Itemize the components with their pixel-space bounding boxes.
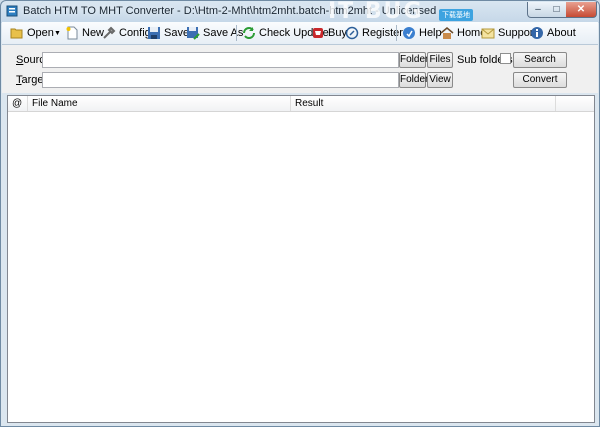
floppy-disk-icon: [148, 27, 160, 39]
help-button[interactable]: Help: [402, 25, 442, 41]
file-list[interactable]: @ File Name Result: [7, 95, 595, 423]
tools-icon: [103, 26, 116, 39]
minimize-icon: –: [535, 4, 541, 15]
close-icon: ✕: [576, 4, 586, 15]
folder-open-icon: [10, 28, 23, 39]
convert-button[interactable]: Convert: [513, 72, 567, 88]
subfolders-checkbox[interactable]: [500, 53, 511, 64]
open-dropdown-button[interactable]: ▼: [54, 25, 61, 41]
new-button[interactable]: New: [65, 25, 104, 41]
save-as-icon: [187, 27, 200, 40]
watermark-logo: IT BUG: [328, 0, 424, 24]
refresh-icon: [243, 27, 255, 39]
save-button[interactable]: Save: [147, 25, 189, 41]
column-header-status[interactable]: @: [8, 96, 28, 111]
about-button[interactable]: About: [530, 25, 576, 41]
maximize-button[interactable]: □: [547, 2, 567, 18]
app-icon: [6, 5, 18, 17]
settings-panel: Source Folder Files Sub folders Search T…: [2, 45, 598, 93]
new-label: New: [82, 27, 105, 39]
target-folder-button[interactable]: Folder: [399, 72, 428, 88]
maximize-icon: □: [553, 4, 560, 15]
source-input[interactable]: [42, 52, 399, 68]
column-header-spacer: [556, 96, 594, 111]
open-label: Open: [27, 27, 54, 39]
view-button[interactable]: View: [427, 72, 453, 88]
title-bar[interactable]: Batch HTM TO MHT Converter - D:\Htm-2-Mh…: [1, 0, 599, 24]
open-button[interactable]: Open: [10, 25, 54, 41]
envelope-icon: [481, 28, 495, 39]
buy-button[interactable]: Buy: [311, 25, 347, 41]
search-button[interactable]: Search: [513, 52, 567, 68]
home-icon: [440, 27, 454, 39]
register-button[interactable]: Register: [345, 25, 403, 41]
chevron-down-icon: ▼: [54, 29, 61, 37]
config-button[interactable]: Config: [102, 25, 151, 41]
register-icon: [345, 26, 359, 40]
file-list-header: @ File Name Result: [8, 96, 594, 112]
cart-icon: [313, 28, 323, 38]
column-header-result[interactable]: Result: [291, 96, 556, 111]
help-label: Help: [419, 27, 442, 39]
support-button[interactable]: Support: [481, 25, 537, 41]
toolbar: Open ▼ New Config Save Save As Check Upd…: [2, 22, 598, 45]
close-button[interactable]: ✕: [566, 2, 597, 18]
info-icon: [531, 27, 543, 39]
minimize-button[interactable]: –: [527, 2, 549, 18]
watermark-badge: 下载基地: [439, 9, 473, 21]
source-folder-button[interactable]: Folder: [399, 52, 428, 68]
save-as-button[interactable]: Save As: [186, 25, 243, 41]
target-input[interactable]: [42, 72, 399, 88]
files-button[interactable]: Files: [427, 52, 453, 68]
toolbar-separator-2: [396, 25, 397, 41]
about-label: About: [547, 27, 576, 39]
toolbar-separator: [236, 25, 237, 41]
app-window: Batch HTM TO MHT Converter - D:\Htm-2-Mh…: [0, 0, 600, 427]
new-document-icon: [66, 26, 78, 40]
save-as-label: Save As: [203, 27, 244, 39]
help-icon: [403, 27, 415, 39]
home-button[interactable]: Home: [440, 25, 486, 41]
column-header-file-name[interactable]: File Name: [28, 96, 291, 111]
